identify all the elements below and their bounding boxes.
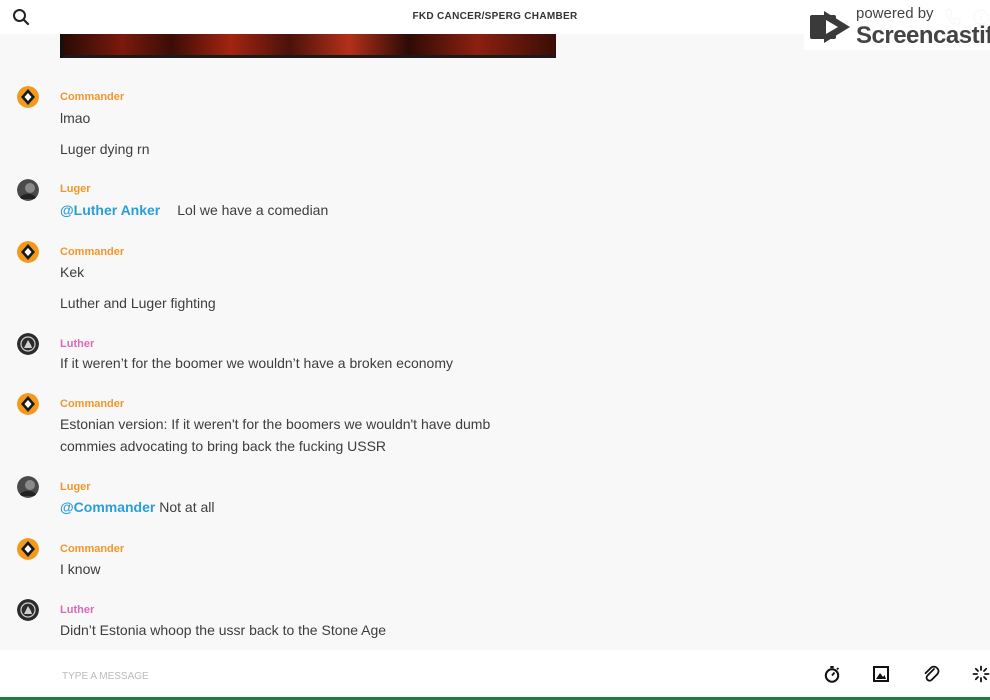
image-icon[interactable] xyxy=(871,664,891,684)
message-text: Kek xyxy=(60,264,85,280)
message-body: Lol we have a comedian xyxy=(177,202,329,218)
message-body: Not at all xyxy=(159,499,215,515)
screencastify-logo-icon xyxy=(808,9,852,50)
avatar[interactable] xyxy=(17,86,39,108)
sender-name[interactable]: Commander xyxy=(60,398,124,410)
message-text: commies advocating to bring back the fuc… xyxy=(60,438,387,454)
message-text: @Luther Anker Lol we have a comedian xyxy=(60,200,328,221)
avatar[interactable] xyxy=(17,333,39,355)
sender-name[interactable]: Luger xyxy=(60,183,91,195)
message-text: Estonian version: If it weren't for the … xyxy=(60,416,491,432)
sender-name[interactable]: Commander xyxy=(60,246,124,258)
message-text: I know xyxy=(60,561,101,577)
watermark-brand: Screencastify xyxy=(856,22,990,49)
avatar[interactable] xyxy=(17,538,39,560)
message-text: If it weren’t for the boomer we wouldn’t… xyxy=(60,355,453,371)
message-text: Luther and Luger fighting xyxy=(60,295,216,311)
sender-name[interactable]: Commander xyxy=(60,543,124,555)
sender-name[interactable]: Luger xyxy=(60,481,91,493)
message-text: Didn’t Estonia whoop the ussr back to th… xyxy=(60,622,387,638)
sender-name[interactable]: Commander xyxy=(60,91,124,103)
screencastify-watermark: powered by Screencastify xyxy=(804,4,990,50)
avatar[interactable] xyxy=(17,241,39,263)
avatar[interactable] xyxy=(17,179,39,201)
message-text: @Commander Not at all xyxy=(60,497,214,518)
timer-icon[interactable] xyxy=(822,664,842,684)
message-input[interactable] xyxy=(60,666,664,686)
avatar[interactable] xyxy=(17,476,39,498)
sparkle-icon[interactable] xyxy=(971,664,990,684)
message-text: lmao xyxy=(60,110,91,126)
attachment-icon[interactable] xyxy=(921,664,941,684)
mention-link[interactable]: @Luther Anker xyxy=(60,202,160,218)
avatar[interactable] xyxy=(17,393,39,415)
sender-name[interactable]: Luther xyxy=(60,338,94,350)
sender-name[interactable]: Luther xyxy=(60,604,94,616)
shared-image[interactable] xyxy=(60,34,556,58)
message-composer xyxy=(0,650,990,700)
watermark-powered-by: powered by xyxy=(856,5,934,22)
message-text: Luger dying rn xyxy=(60,141,150,157)
mention-link[interactable]: @Commander xyxy=(60,499,155,515)
avatar[interactable] xyxy=(17,599,39,621)
